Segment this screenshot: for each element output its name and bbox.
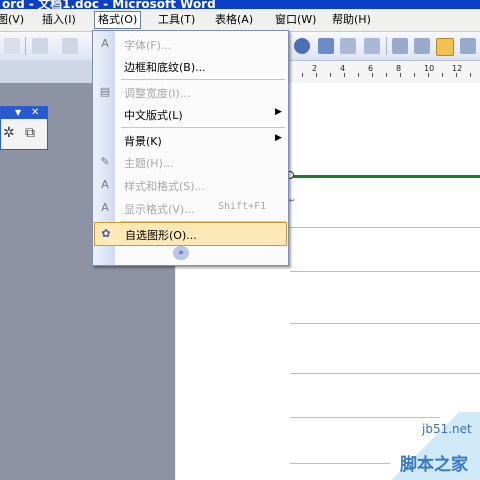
green-border-line bbox=[286, 175, 480, 178]
ruler-label: 2 bbox=[312, 64, 318, 73]
styles-icon: A bbox=[101, 178, 109, 191]
document-line bbox=[290, 227, 480, 228]
submenu-arrow-icon: ▶ bbox=[275, 107, 282, 117]
menu-item-adjust-width[interactable]: ▤ 调整宽度(I)... bbox=[94, 81, 287, 103]
show-hide-icon[interactable] bbox=[436, 38, 454, 56]
menu-item-label: 显示格式(V)... bbox=[124, 203, 195, 216]
dropdown-icon[interactable]: ▼ bbox=[15, 108, 21, 117]
menu-item-font[interactable]: A 字体(F)... bbox=[94, 33, 287, 55]
toolbar-separator bbox=[25, 37, 26, 55]
menu-item-label: 字体(F)... bbox=[124, 39, 172, 52]
document-line bbox=[290, 271, 480, 272]
ruler-tick bbox=[330, 73, 331, 77]
menu-item-label: 样式和格式(S)... bbox=[124, 180, 206, 193]
title-bar: ord - 文档1.doc - Microsoft Word bbox=[0, 0, 480, 9]
ruler-tick bbox=[400, 73, 401, 77]
menu-item-autoshape[interactable]: ✿ 自选图形(O)... bbox=[94, 222, 287, 246]
zoom-icon[interactable] bbox=[460, 38, 476, 54]
format-menu: A 字体(F)... 边框和底纹(B)... ▤ 调整宽度(I)... 中文版式… bbox=[92, 30, 289, 266]
menu-shortcut: Shift+F1 bbox=[218, 201, 267, 212]
drawing-icon[interactable] bbox=[392, 38, 408, 54]
menu-item-styles[interactable]: A 样式和格式(S)... bbox=[94, 174, 287, 196]
ruler-label: 12 bbox=[452, 64, 463, 73]
ruler-tick bbox=[456, 73, 457, 77]
ruler-tick bbox=[344, 73, 345, 77]
horizontal-ruler: 2 4 6 8 10 12 bbox=[288, 61, 480, 84]
window-title: ord - 文档1.doc - Microsoft Word bbox=[2, 0, 216, 9]
menu-bar: 图(V) 插入(I) 格式(O) 工具(T) 表格(A) 窗口(W) 帮助(H) bbox=[0, 9, 480, 32]
reveal-format-icon: A bbox=[101, 201, 109, 214]
menu-tools[interactable]: 工具(T) bbox=[155, 12, 198, 28]
watermark-site: jb51.net bbox=[422, 422, 472, 436]
ruler-tick bbox=[470, 73, 471, 77]
menu-item-label: 边框和底纹(B)... bbox=[124, 61, 206, 74]
ruler-tick bbox=[372, 73, 373, 77]
autoshape-icon: ✿ bbox=[101, 227, 111, 240]
document-line bbox=[290, 323, 480, 324]
submenu-arrow-icon: ▶ bbox=[275, 133, 282, 143]
menu-window[interactable]: 窗口(W) bbox=[272, 12, 319, 28]
ruler-tick bbox=[442, 73, 443, 77]
ruler-tick bbox=[302, 73, 303, 77]
ruler-tick bbox=[386, 73, 387, 77]
menu-item-label: 中文版式(L) bbox=[124, 109, 183, 122]
menu-separator bbox=[121, 79, 285, 80]
menu-item-background[interactable]: 背景(K) ▶ bbox=[94, 129, 287, 151]
close-icon[interactable]: ✕ bbox=[31, 107, 39, 118]
menu-item-reveal-formatting[interactable]: A 显示格式(V)... Shift+F1 bbox=[94, 197, 287, 219]
document-line bbox=[290, 373, 480, 374]
globe-icon[interactable] bbox=[294, 38, 310, 54]
menu-help[interactable]: 帮助(H) bbox=[329, 12, 374, 28]
menu-item-label: 自选图形(O)... bbox=[125, 229, 197, 242]
theme-icon: ✎ bbox=[100, 155, 110, 168]
menu-item-label: 调整宽度(I)... bbox=[124, 87, 191, 100]
menu-item-theme[interactable]: ✎ 主题(H)... bbox=[94, 151, 287, 173]
document-map-icon[interactable] bbox=[414, 38, 430, 54]
watermark: jb51.net 脚本之家 bbox=[370, 412, 480, 480]
print-preview-icon[interactable] bbox=[4, 38, 20, 54]
ruler-label: 4 bbox=[340, 64, 346, 73]
ruler-tick bbox=[316, 73, 317, 77]
watermark-name: 脚本之家 bbox=[400, 455, 468, 475]
expand-menu-icon[interactable]: » bbox=[173, 246, 189, 260]
menu-view[interactable]: 图(V) bbox=[0, 12, 27, 28]
insert-excel-icon[interactable] bbox=[340, 38, 356, 54]
ruler-tick bbox=[428, 73, 429, 77]
menu-separator bbox=[121, 127, 285, 128]
spelling-icon[interactable] bbox=[32, 38, 48, 54]
menu-format[interactable]: 格式(O) bbox=[94, 11, 142, 29]
ruler-tick bbox=[414, 73, 415, 77]
ruler-label: 8 bbox=[396, 64, 402, 73]
research-icon[interactable] bbox=[62, 38, 78, 54]
floating-toolbar[interactable]: ▼ ✕ ✲ ⧉ bbox=[0, 106, 48, 150]
insert-table-icon[interactable] bbox=[318, 38, 334, 54]
toolbar-separator bbox=[386, 37, 387, 55]
menu-item-label: 背景(K) bbox=[124, 135, 162, 148]
paragraph-mark-icon: ↵ bbox=[289, 196, 296, 205]
ruler-tick bbox=[358, 73, 359, 77]
ruler-label: 6 bbox=[368, 64, 374, 73]
menu-item-label: 主题(H)... bbox=[124, 157, 174, 170]
menu-table[interactable]: 表格(A) bbox=[212, 12, 256, 28]
toolbar-gap bbox=[0, 60, 92, 84]
menu-item-chinese-layout[interactable]: 中文版式(L) ▶ bbox=[94, 103, 287, 125]
columns-icon[interactable] bbox=[364, 38, 380, 54]
menu-item-borders[interactable]: 边框和底纹(B)... bbox=[94, 55, 287, 77]
autoshape-icon[interactable]: ✲ bbox=[3, 125, 15, 141]
adjust-width-icon: ▤ bbox=[99, 85, 111, 98]
menu-insert[interactable]: 插入(I) bbox=[39, 12, 79, 28]
floating-toolbar-title[interactable] bbox=[1, 107, 47, 119]
font-icon: A bbox=[101, 37, 109, 50]
shape-icon[interactable]: ⧉ bbox=[25, 125, 35, 141]
ruler-label: 10 bbox=[424, 64, 435, 73]
